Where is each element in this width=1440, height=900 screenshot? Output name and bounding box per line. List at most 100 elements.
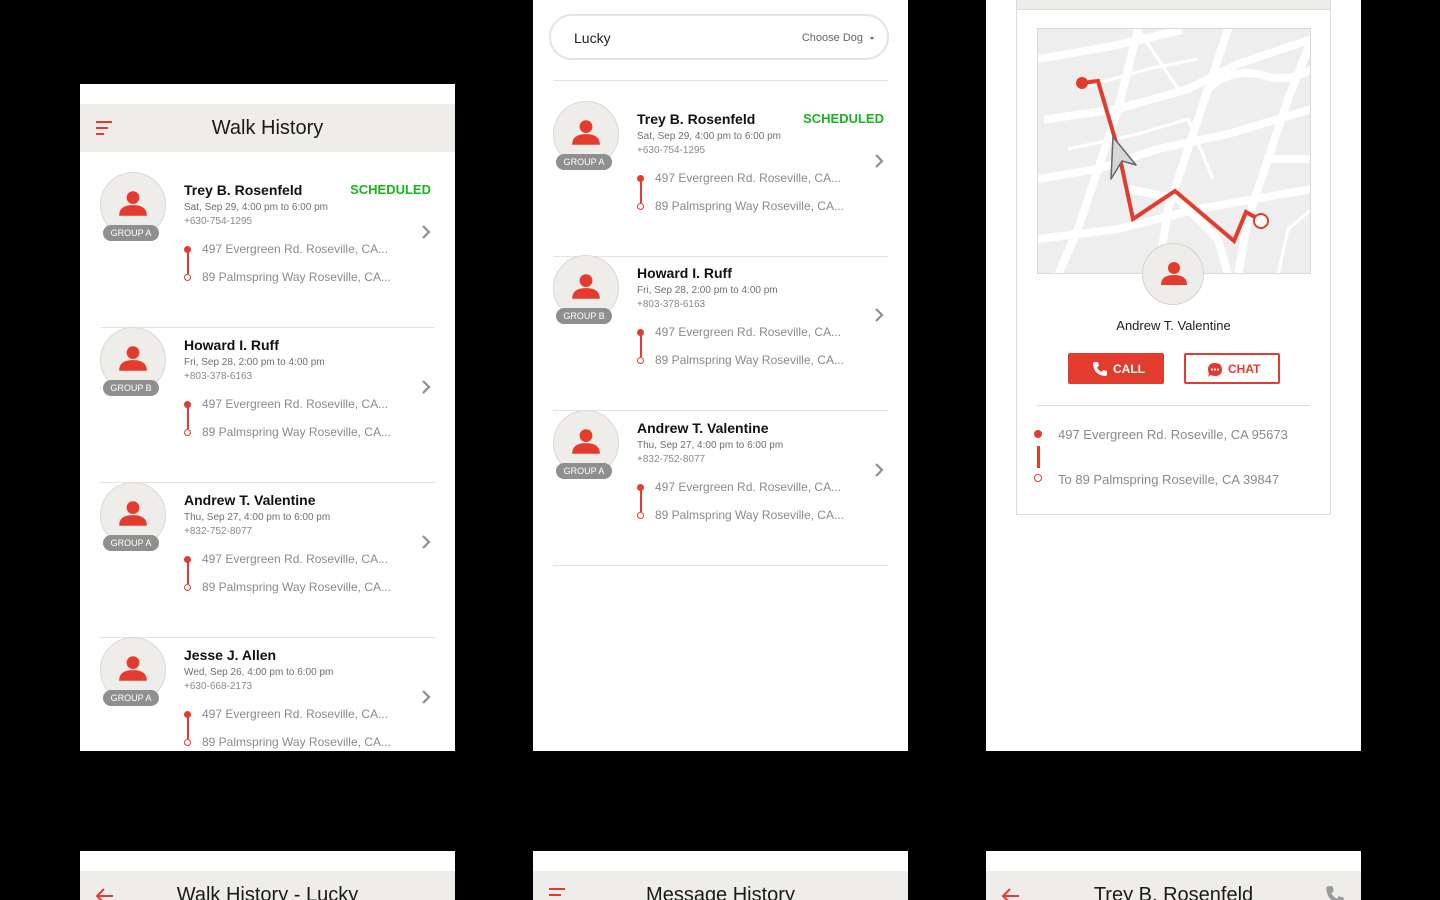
caret-down-icon[interactable] xyxy=(870,37,874,40)
call-button[interactable]: CALL xyxy=(1068,353,1164,384)
dog-select-field[interactable]: Lucky Choose Dog xyxy=(549,14,889,60)
page-title: Trey B. Rosenfeld xyxy=(1093,883,1254,900)
walker-name: Howard I. Ruff xyxy=(637,265,732,281)
end-point-icon xyxy=(184,429,191,436)
walk-card[interactable]: GROUP A Andrew T. Valentine Thu, Sep 27, 4… xyxy=(100,482,435,638)
app-bar: Walk History - Lucky xyxy=(80,871,455,900)
pickup-address: 497 Evergreen Rd. Roseville, CA 95673 xyxy=(1058,427,1288,442)
message-history-screen: Message History xyxy=(533,851,908,900)
hamburger-icon[interactable] xyxy=(95,118,115,138)
route-addresses: 497 Evergreen Rd. Roseville, CA... 89 Pal… xyxy=(184,552,394,596)
route-addresses: 497 Evergreen Rd. Roseville, CA... 89 Pal… xyxy=(184,397,394,441)
dropoff-address: 89 Palmspring Way Roseville, CA... xyxy=(202,270,391,284)
app-bar: Trey B. Rosenfeld xyxy=(986,871,1361,900)
route-line xyxy=(187,406,189,429)
route-line xyxy=(187,716,189,739)
dog-walk-screen: Lucky Choose Dog GROUP A Trey B. Rosenfel… xyxy=(533,0,908,751)
page-title: Walk History - Lucky xyxy=(176,883,359,900)
walk-card[interactable]: GROUP A Trey B. Rosenfeld SCHEDULED Sat, Se… xyxy=(100,172,435,328)
group-badge: GROUP B xyxy=(103,380,159,396)
walk-card[interactable]: GROUP B Howard I. Ruff Fri, Sep 28, 2:00 p… xyxy=(100,327,435,483)
phone-icon[interactable] xyxy=(1325,885,1345,900)
page-title: Message History xyxy=(646,883,795,900)
walk-card[interactable]: GROUP A Jesse J. Allen Wed, Sep 26, 4:00 p… xyxy=(100,637,435,751)
chevron-right-icon[interactable] xyxy=(874,153,884,169)
walker-name: Trey B. Rosenfeld xyxy=(637,111,756,127)
chat-label: CHAT xyxy=(1228,362,1261,376)
walk-history-screen: Walk History GROUP A Trey B. Rosenfeld SCH… xyxy=(80,84,455,751)
group-badge: GROUP A xyxy=(556,154,612,170)
dropoff-address: 89 Palmspring Way Roseville, CA... xyxy=(655,508,844,522)
walker-phone: +803-378-6163 xyxy=(184,371,253,382)
walk-time: Fri, Sep 28, 2:00 pm to 4:00 pm xyxy=(184,357,325,368)
pickup-address: 497 Evergreen Rd. Roseville, CA... xyxy=(202,397,389,411)
chevron-right-icon[interactable] xyxy=(874,307,884,323)
route-line xyxy=(187,251,189,274)
chevron-right-icon[interactable] xyxy=(421,534,431,550)
person-icon xyxy=(119,656,147,681)
route-map[interactable] xyxy=(1037,28,1311,274)
back-arrow-icon[interactable] xyxy=(95,886,115,900)
walker-phone: +832-752-8077 xyxy=(637,454,706,465)
walk-history-lucky-screen: Walk History - Lucky xyxy=(80,851,455,900)
walker-phone: +803-378-6163 xyxy=(637,299,706,310)
walker-name: Andrew T. Valentine xyxy=(184,492,316,508)
divider xyxy=(1037,405,1310,406)
divider xyxy=(553,80,888,81)
dropoff-address: 89 Palmspring Way Roseville, CA... xyxy=(202,425,391,439)
route-line xyxy=(640,334,642,357)
walker-name: Jesse J. Allen xyxy=(184,647,277,663)
route-addresses: 497 Evergreen Rd. Roseville, CA... 89 Pal… xyxy=(184,242,394,286)
map-graphic xyxy=(1038,29,1310,273)
walker-name: Andrew T. Valentine xyxy=(637,420,769,436)
status-badge: SCHEDULED xyxy=(350,182,431,197)
walk-detail-card: Andrew T. Valentine CALL CHAT 497 Evergr… xyxy=(1016,0,1331,515)
person-icon xyxy=(119,191,147,216)
choose-dog-label[interactable]: Choose Dog xyxy=(802,32,863,44)
group-badge: GROUP A xyxy=(103,535,159,551)
end-point-icon xyxy=(1034,474,1042,482)
walker-phone: +630-668-2173 xyxy=(184,681,253,692)
phone-icon xyxy=(1093,362,1107,376)
person-icon xyxy=(119,346,147,371)
start-point-icon xyxy=(1034,430,1042,438)
person-icon xyxy=(572,429,600,454)
end-point-icon xyxy=(184,739,191,746)
walk-time: Thu, Sep 27, 4:00 pm to 6:00 pm xyxy=(637,440,784,451)
walk-time: Sat, Sep 29, 4:00 pm to 6:00 pm xyxy=(637,131,781,142)
walker-name: Andrew T. Valentine xyxy=(1116,318,1231,333)
walk-time: Thu, Sep 27, 4:00 pm to 6:00 pm xyxy=(184,512,331,523)
route-addresses: 497 Evergreen Rd. Roseville, CA... 89 Pal… xyxy=(637,171,847,215)
pickup-address: 497 Evergreen Rd. Roseville, CA... xyxy=(202,242,389,256)
pickup-address: 497 Evergreen Rd. Roseville, CA... xyxy=(655,480,842,494)
dropoff-address: To 89 Palmspring Roseville, CA 39847 xyxy=(1058,472,1280,487)
chevron-right-icon[interactable] xyxy=(421,689,431,705)
person-icon xyxy=(572,274,600,299)
end-point-icon xyxy=(184,584,191,591)
pickup-address: 497 Evergreen Rd. Roseville, CA... xyxy=(655,171,842,185)
route-line xyxy=(640,489,642,512)
chevron-right-icon[interactable] xyxy=(874,462,884,478)
route-addresses: 497 Evergreen Rd. Roseville, CA... 89 Pal… xyxy=(184,707,394,751)
pickup-address: 497 Evergreen Rd. Roseville, CA... xyxy=(655,325,842,339)
person-icon xyxy=(572,120,600,145)
group-badge: GROUP B xyxy=(556,308,612,324)
chevron-right-icon[interactable] xyxy=(421,224,431,240)
contact-screen: Trey B. Rosenfeld xyxy=(986,851,1361,900)
walk-card[interactable]: GROUP A Trey B. Rosenfeld SCHEDULED Sat, Se… xyxy=(553,101,888,257)
call-label: CALL xyxy=(1113,362,1145,376)
hamburger-icon[interactable] xyxy=(548,885,568,900)
card-header-strip xyxy=(1017,0,1330,10)
end-point-icon xyxy=(184,274,191,281)
route-addresses: 497 Evergreen Rd. Roseville, CA 95673 To… xyxy=(1033,427,1313,488)
chat-button[interactable]: CHAT xyxy=(1184,353,1280,384)
walker-avatar xyxy=(1142,243,1204,305)
walk-card[interactable]: GROUP A Andrew T. Valentine Thu, Sep 27, 4… xyxy=(553,410,888,566)
route-line xyxy=(640,180,642,203)
back-arrow-icon[interactable] xyxy=(1001,886,1021,900)
app-bar: Walk History xyxy=(80,104,455,152)
page-title: Walk History xyxy=(211,116,324,139)
chevron-right-icon[interactable] xyxy=(421,379,431,395)
walk-card[interactable]: GROUP B Howard I. Ruff Fri, Sep 28, 2:00 p… xyxy=(553,255,888,411)
dog-select-value: Lucky xyxy=(574,30,611,46)
